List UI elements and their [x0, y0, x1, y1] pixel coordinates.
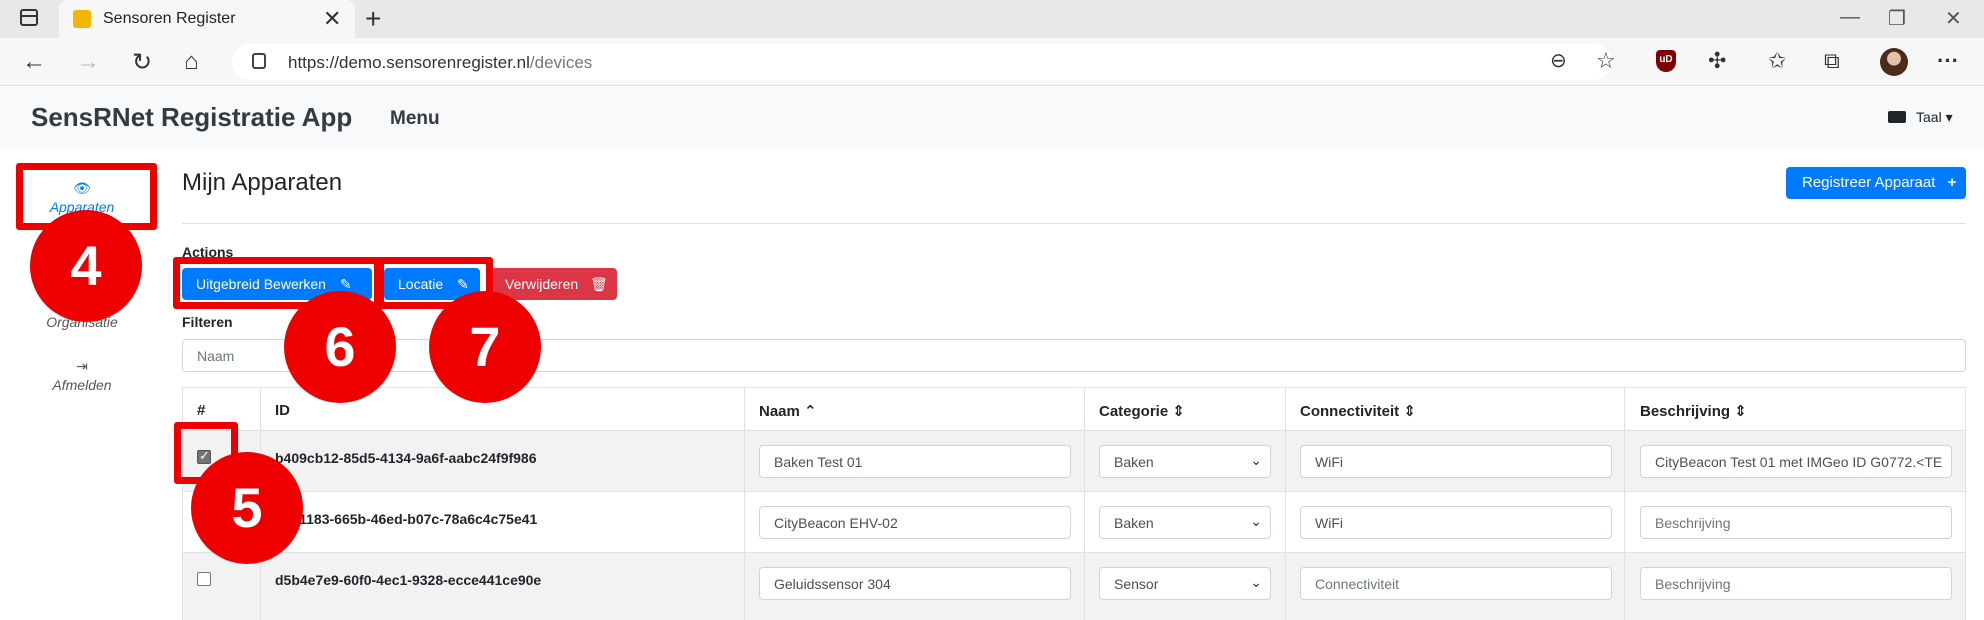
column-header-connectiviteit[interactable]: Connectiviteit ⇕ [1300, 402, 1416, 420]
tab-close-icon[interactable]: ✕ [323, 6, 341, 32]
new-tab-icon[interactable]: + [365, 3, 381, 35]
zoom-out-icon[interactable]: ⊖ [1550, 48, 1567, 73]
device-name-input[interactable]: CityBeacon EHV-02 [759, 506, 1071, 539]
forward-icon[interactable]: → [76, 48, 100, 76]
device-name-input[interactable]: Geluidssensor 304 [759, 567, 1071, 600]
lock-icon[interactable] [252, 53, 266, 69]
category-select[interactable]: Sensor ⌄ [1099, 567, 1271, 600]
plus-icon: + [1947, 174, 1957, 191]
column-header-beschrijving[interactable]: Beschrijving ⇕ [1640, 402, 1747, 420]
chevron-down-icon: ⌄ [1250, 452, 1262, 468]
chevron-down-icon: ⌄ [1250, 574, 1262, 590]
sidebar-item-afmelden[interactable]: ⇥ Afmelden [12, 358, 152, 393]
brand-title[interactable]: SensRNet Registratie App [31, 102, 352, 133]
extensions-icon[interactable]: ✣ [1708, 48, 1726, 74]
category-select[interactable]: Baken ⌄ [1099, 506, 1271, 539]
annotation-number-4: 4 [30, 210, 142, 322]
more-icon[interactable]: ··· [1937, 48, 1959, 74]
tab-title: Sensoren Register [103, 10, 236, 27]
column-header-categorie[interactable]: Categorie ⇕ [1099, 402, 1185, 420]
trash-icon: 🗑 [590, 276, 608, 292]
delete-label: Verwijderen [505, 276, 579, 292]
home-icon[interactable]: ⌂ [184, 48, 199, 76]
minimize-icon[interactable]: — [1840, 6, 1860, 29]
connectivity-input[interactable]: WiFi [1300, 506, 1612, 539]
chevron-down-icon: ⌄ [1250, 513, 1262, 529]
url-host: https://demo.sensorenregister.nl [288, 53, 530, 72]
sign-out-icon: ⇥ [76, 358, 88, 374]
filter-label: Filteren [182, 314, 233, 330]
register-device-button[interactable]: Registreer Apparaat + [1786, 167, 1966, 199]
table-border [1965, 387, 1966, 620]
site-favicon-icon [73, 10, 91, 28]
annotation-number-5: 5 [191, 452, 303, 564]
profile-avatar[interactable] [1880, 48, 1908, 76]
reload-icon[interactable]: ↻ [132, 48, 152, 77]
delete-button[interactable]: Verwijderen 🗑 [491, 268, 617, 300]
collections-icon[interactable]: ⧉ [1824, 48, 1840, 74]
description-input[interactable]: Beschrijving [1640, 567, 1952, 600]
divider [182, 223, 1966, 224]
language-dropdown[interactable]: Taal ▾ [1916, 109, 1953, 126]
device-id: b409cb12-85d5-4134-9a6f-aabc24f9f986 [275, 450, 537, 466]
column-header-id[interactable]: ID [275, 402, 290, 419]
device-id: d5b4e7e9-60f0-4ec1-9328-ecce441ce90e [275, 572, 542, 588]
category-value: Baken [1114, 515, 1154, 531]
ublock-icon[interactable]: uD [1656, 50, 1676, 72]
device-name-input[interactable]: Baken Test 01 [759, 445, 1071, 478]
annotation-number-7: 7 [429, 291, 541, 403]
category-value: Sensor [1114, 576, 1159, 592]
table-border [744, 387, 745, 620]
window-close-icon[interactable]: ✕ [1945, 6, 1962, 31]
favorites-icon[interactable]: ✩ [1768, 48, 1786, 74]
back-icon[interactable]: ← [22, 48, 46, 76]
connectivity-input[interactable]: WiFi [1300, 445, 1612, 478]
category-value: Baken [1114, 454, 1154, 470]
tab-actions-icon[interactable] [20, 9, 38, 26]
url-path: /devices [529, 53, 593, 72]
column-header-naam[interactable]: Naam ⌃ [759, 402, 817, 420]
language-icon[interactable] [1888, 111, 1906, 123]
column-header-hash: # [197, 402, 206, 419]
favorite-star-icon[interactable]: ☆ [1596, 48, 1616, 74]
description-input[interactable]: Beschrijving [1640, 506, 1952, 539]
table-border [1084, 387, 1085, 620]
device-id: d551183-665b-46ed-b07c-78a6c4c75e41 [275, 511, 538, 527]
sidebar-item-label: Afmelden [52, 377, 112, 393]
description-input[interactable]: CityBeacon Test 01 met IMGeo ID G0772.<T… [1640, 445, 1952, 478]
menu-link[interactable]: Menu [390, 108, 440, 130]
restore-icon[interactable]: ❐ [1888, 6, 1906, 31]
connectivity-input[interactable]: Connectiviteit [1300, 567, 1612, 600]
table-border [1285, 387, 1286, 620]
page-title: Mijn Apparaten [182, 169, 343, 196]
table-border [1624, 387, 1625, 620]
register-device-label: Registreer Apparaat [1802, 174, 1936, 191]
category-select[interactable]: Baken ⌄ [1099, 445, 1271, 478]
url-text[interactable]: https://demo.sensorenregister.nl/devices [288, 53, 592, 73]
row-checkbox[interactable] [197, 572, 211, 586]
